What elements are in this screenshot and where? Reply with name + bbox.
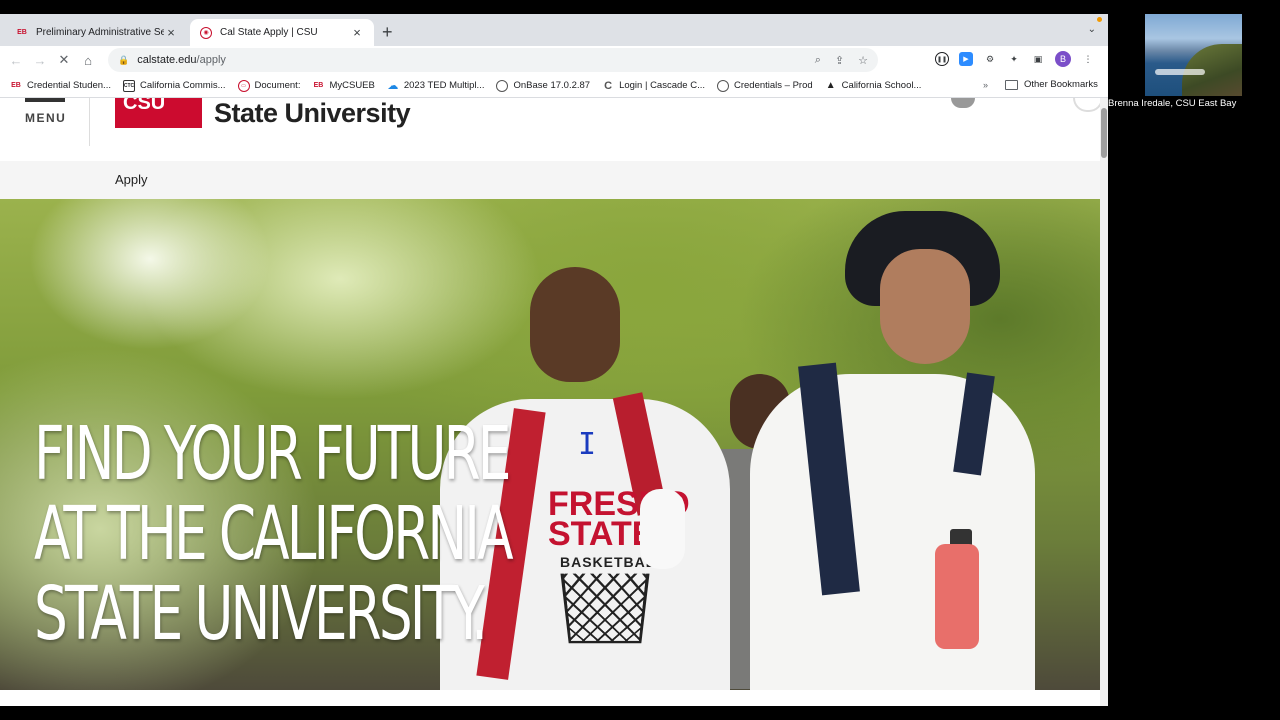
browser-window: EB Preliminary Administrative Ser × ◉ Ca… xyxy=(0,14,1108,706)
recording-indicator xyxy=(1097,17,1102,22)
extension-icon[interactable]: ⚙ xyxy=(983,52,997,66)
bookmark-label: 2023 TED Multipl... xyxy=(403,80,485,91)
hero-headline-line-2: AT THE CALIFORNIA xyxy=(34,491,514,577)
scrollbar-thumb[interactable] xyxy=(1101,108,1107,158)
new-tab-button[interactable]: + xyxy=(382,22,393,43)
hero-banner: FRESNO STATE BASKETBALL FIND YOUR FUTURE… xyxy=(0,199,1108,690)
graduation-cap-icon: ▲ xyxy=(825,80,836,91)
url-host: calstate.edu xyxy=(137,54,197,66)
address-bar-actions: ⌕ ⇪ ☆ xyxy=(815,54,868,67)
cloud-icon: ☁ xyxy=(387,80,399,92)
bookmark-california-school[interactable]: ▲ California School... xyxy=(825,80,922,92)
bookmark-label: Document: xyxy=(254,80,301,91)
close-tab-icon[interactable]: × xyxy=(350,25,364,40)
tab-bar: EB Preliminary Administrative Ser × ◉ Ca… xyxy=(0,14,1108,46)
hero-photo-shirt-net xyxy=(560,573,650,644)
screen: EB Preliminary Administrative Ser × ◉ Ca… xyxy=(0,0,1280,720)
profile-avatar[interactable]: B xyxy=(1055,51,1071,67)
browser-toolbar: ← → ✕ ⌂ 🔒 calstate.edu/apply ⌕ ⇪ ☆ ❚❚ ▶ … xyxy=(0,46,1108,74)
bookmark-label: OnBase 17.0.2.87 xyxy=(513,80,591,91)
hero-photo-student-right xyxy=(750,374,1035,690)
zoom-extension-icon[interactable]: ▶ xyxy=(959,52,973,66)
back-button[interactable]: ← xyxy=(4,53,28,68)
eb-icon: EB xyxy=(313,82,324,89)
hero-photo-bottle xyxy=(935,544,979,649)
tab-preliminary-administrative[interactable]: EB Preliminary Administrative Ser × xyxy=(6,19,188,46)
lock-icon: 🔒 xyxy=(118,54,130,65)
bookmark-label: California Commis... xyxy=(139,80,226,91)
bookmark-label: Credential Studen... xyxy=(27,80,111,91)
bookmark-label: Login | Cascade C... xyxy=(619,80,705,91)
close-tab-icon[interactable]: × xyxy=(164,25,178,40)
other-bookmarks-label: Other Bookmarks xyxy=(1024,79,1098,90)
home-button[interactable]: ⌂ xyxy=(76,53,100,68)
document-icon: ▭ xyxy=(237,79,250,92)
csu-logo-wordmark[interactable]: State University xyxy=(214,98,411,128)
menu-label: MENU xyxy=(25,111,67,125)
cascade-icon: C xyxy=(604,79,613,92)
side-panel-icon[interactable]: ▣ xyxy=(1031,52,1045,66)
bookmark-star-icon[interactable]: ☆ xyxy=(858,54,868,67)
page-scrollbar[interactable] xyxy=(1100,98,1108,706)
ctc-icon: CTC xyxy=(122,79,135,92)
csu-logo-block[interactable]: CSU xyxy=(115,98,202,128)
address-bar[interactable]: 🔒 calstate.edu/apply ⌕ ⇪ ☆ xyxy=(108,48,878,72)
share-icon[interactable]: ⇪ xyxy=(835,54,844,67)
tab-title: Preliminary Administrative Ser xyxy=(36,27,164,38)
tab-search-icon[interactable]: ⌄ xyxy=(1088,24,1096,35)
participant-name: Brenna Iredale, CSU East Bay xyxy=(1108,98,1237,109)
sub-navigation: Apply xyxy=(0,161,1100,199)
stop-loading-button[interactable]: ✕ xyxy=(52,52,76,68)
more-menu-icon[interactable]: ⋮ xyxy=(1081,52,1095,66)
bookmark-credential-student[interactable]: EB Credential Studen... xyxy=(10,80,111,92)
bookmark-onbase[interactable]: OnBase 17.0.2.87 xyxy=(496,79,591,92)
menu-button[interactable]: MENU xyxy=(0,98,90,146)
hero-headline-line-3: STATE UNIVERSITY. xyxy=(34,571,488,657)
zoom-icon[interactable]: ⌕ xyxy=(815,54,821,67)
hero-photo-student-left-head xyxy=(530,267,620,382)
thumbnail-surf xyxy=(1155,69,1205,75)
globe-icon xyxy=(496,79,509,92)
web-page: MENU CSU State University Apply FRESNO S… xyxy=(0,98,1108,706)
puzzle-icon[interactable]: ✦ xyxy=(1007,52,1021,66)
shirt-line: STATE xyxy=(548,515,655,553)
hero-photo-student-right-head xyxy=(880,249,970,364)
site-header: MENU CSU State University xyxy=(0,98,1103,146)
bookmark-mycsueb[interactable]: EB MyCSUEB xyxy=(312,80,375,92)
folder-icon xyxy=(1005,79,1018,90)
bookmarks-overflow-icon[interactable]: » xyxy=(983,80,988,90)
bookmark-california-commission[interactable]: CTC California Commis... xyxy=(122,79,226,92)
tab-title: Cal State Apply | CSU xyxy=(220,27,318,38)
bookmark-credentials-prod[interactable]: Credentials – Prod xyxy=(716,79,813,92)
tab-cal-state-apply[interactable]: ◉ Cal State Apply | CSU × xyxy=(190,19,374,46)
bookmarks-bar: EB Credential Studen... CTC California C… xyxy=(0,74,1108,98)
text-cursor-icon: I xyxy=(578,427,597,462)
hero-headline-line-1: FIND YOUR FUTURE xyxy=(34,411,511,497)
search-icon[interactable] xyxy=(951,98,975,108)
other-bookmarks-folder[interactable]: Other Bookmarks xyxy=(1005,79,1098,90)
participant-video-thumbnail xyxy=(1145,14,1242,96)
subnav-apply-link[interactable]: Apply xyxy=(115,172,148,187)
eb-favicon-icon: EB xyxy=(17,29,27,36)
bookmark-cascade-login[interactable]: C Login | Cascade C... xyxy=(602,80,705,92)
csu-logo-text: CSU xyxy=(123,98,166,114)
bookmark-label: Credentials – Prod xyxy=(733,80,813,91)
globe-icon xyxy=(716,79,729,92)
bookmark-document[interactable]: ▭ Document: xyxy=(237,79,301,92)
hero-photo-towel xyxy=(640,489,685,569)
header-action-icon[interactable] xyxy=(1073,98,1103,112)
hamburger-icon xyxy=(25,98,65,102)
hero-headline: FIND YOUR FUTURE AT THE CALIFORNIA STATE… xyxy=(34,411,514,657)
eb-icon: EB xyxy=(11,82,21,89)
pause-extension-icon[interactable]: ❚❚ xyxy=(935,52,949,66)
forward-button[interactable]: → xyxy=(28,53,52,68)
bookmark-label: MyCSUEB xyxy=(329,80,375,91)
url-path: /apply xyxy=(196,54,226,66)
bookmark-label: California School... xyxy=(841,80,922,91)
video-participant-tile: Brenna Iredale, CSU East Bay xyxy=(1108,14,1280,112)
bookmark-ted-multiple[interactable]: ☁ 2023 TED Multipl... xyxy=(387,80,485,92)
csu-favicon-icon: ◉ xyxy=(200,26,212,39)
extensions-area: ❚❚ ▶ ⚙ ✦ ▣ B ⋮ xyxy=(935,51,1095,67)
